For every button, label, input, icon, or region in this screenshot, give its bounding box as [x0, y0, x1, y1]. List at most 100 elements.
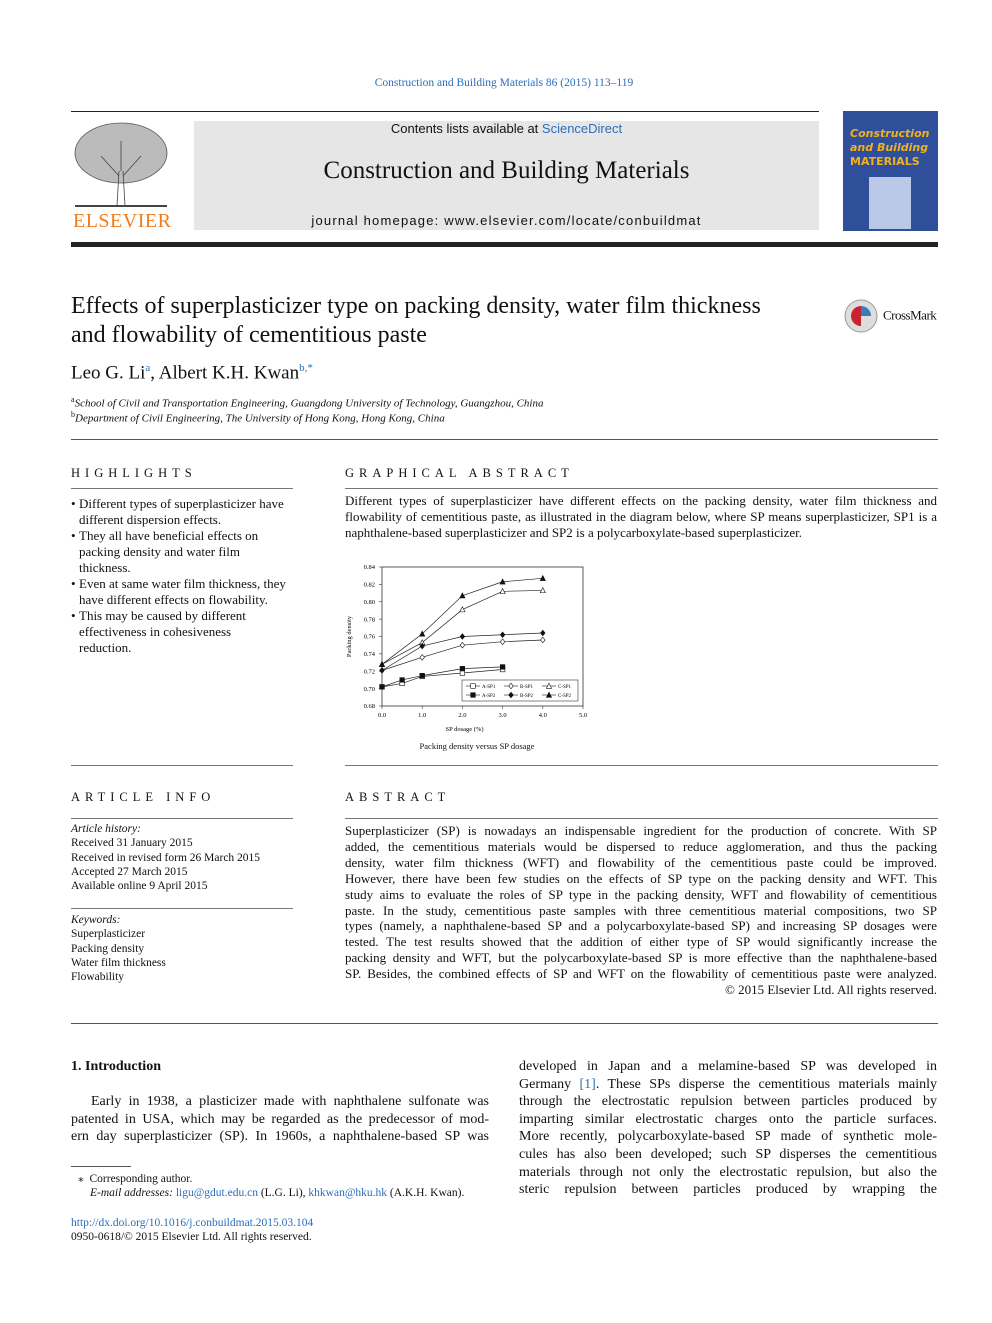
divider	[345, 488, 938, 489]
text-line: materials through not only the electrost…	[519, 1164, 937, 1180]
highlight-item: Different types of superplasticizer have…	[71, 496, 286, 528]
y-tick-label: 0.70	[364, 686, 375, 693]
data-point-b-sp2	[459, 633, 466, 640]
history-label: Article history:	[71, 823, 141, 835]
data-point-c-sp2	[378, 660, 386, 667]
text-line: Early in 1938, a plasticizer made with n…	[91, 1094, 489, 1109]
article-history: Article history: Received 31 January 201…	[71, 822, 260, 893]
text-line: cules has also been developed; such SP d…	[519, 1146, 937, 1162]
text-line: through the electrostatic repulsion betw…	[519, 1094, 937, 1110]
journal-cover[interactable]: Construction and Building MATERIALS	[843, 111, 938, 231]
abstract-heading: ABSTRACT	[345, 790, 451, 804]
data-point-a-sp1	[459, 670, 465, 676]
keyword: Water film thickness	[71, 956, 166, 969]
email-link[interactable]: khkwan@hku.hk	[308, 1187, 387, 1199]
data-point-b-sp1	[459, 641, 466, 649]
doi-link[interactable]: http://dx.doi.org/10.1016/j.conbuildmat.…	[71, 1217, 313, 1229]
divider	[345, 818, 938, 819]
data-point-b-sp1	[540, 636, 546, 644]
author-affil-marker[interactable]: b,*	[299, 362, 313, 374]
legend-label: A-SP2	[482, 694, 496, 699]
x-tick-label: 1.0	[418, 712, 426, 719]
author-list: Leo G. Lia, Albert K.H. Kwanb,*	[71, 362, 313, 384]
divider	[71, 908, 293, 909]
journal-citation[interactable]: Construction and Building Materials 86 (…	[0, 77, 992, 89]
keyword: Packing density	[71, 942, 145, 955]
y-tick-label: 0.80	[364, 599, 375, 606]
text-line: Germany [1]. These SPs disperse the ceme…	[519, 1076, 938, 1092]
data-point-b-sp1	[419, 654, 425, 661]
text-line: patented in USA, which may be regarded a…	[71, 1111, 489, 1127]
affiliation: aSchool of Civil and Transportation Engi…	[71, 395, 544, 410]
history-item: Received in revised form 26 March 2015	[71, 851, 261, 864]
text-line: More recently, polycarboxylate-based SP …	[519, 1129, 937, 1145]
y-axis-label: Packing density	[346, 615, 353, 657]
text-line: steric repulsion between particles produ…	[519, 1182, 937, 1198]
corresponding-author-note: ⁎ Corresponding author.	[78, 1173, 193, 1185]
legend-marker	[470, 692, 476, 698]
keyword: Flowability	[71, 971, 125, 984]
affiliation: bDepartment of Civil Engineering, The Un…	[71, 410, 445, 425]
data-point-b-sp2	[379, 667, 385, 674]
x-tick-label: 4.0	[539, 712, 547, 719]
y-tick-label: 0.72	[364, 668, 375, 675]
x-tick-label: 5.0	[579, 712, 587, 719]
data-point-c-sp2	[539, 574, 546, 581]
author-name: Leo G. Li	[71, 362, 146, 384]
article-info-heading: ARTICLE INFO	[71, 790, 216, 804]
sciencedirect-link[interactable]: ScienceDirect	[542, 121, 622, 136]
legend-label: A-SP1	[482, 685, 496, 690]
text-line: Superplasticizer (SP) is nowadays an ind…	[345, 823, 937, 838]
journal-homepage[interactable]: journal homepage: www.elsevier.com/locat…	[194, 213, 819, 228]
data-point-a-sp2	[500, 664, 506, 670]
chart-caption: Packing density versus SP dosage	[419, 741, 535, 751]
copyright: © 2015 Elsevier Ltd. All rights reserved…	[724, 982, 937, 998]
y-tick-label: 0.68	[364, 703, 375, 710]
article-page: Construction and Building Materials 86 (…	[0, 0, 992, 1323]
y-tick-label: 0.76	[364, 634, 376, 641]
article-title: Effects of superplasticizer type on pack…	[71, 293, 761, 348]
text-line: However, there have been few studies on …	[345, 870, 937, 886]
elsevier-tree-logo	[71, 121, 171, 209]
text-line: paste. In the study, cementitious paste …	[345, 902, 937, 918]
legend-label: B-SP2	[520, 694, 534, 699]
data-point-b-sp2	[499, 631, 506, 639]
crossmark-label: CrossMark	[883, 307, 937, 323]
divider	[345, 765, 938, 766]
data-point-b-sp1	[499, 638, 506, 645]
data-point-c-sp1	[459, 606, 466, 613]
text-line: types (namely, a naphthalene-based SP an…	[345, 918, 937, 934]
legend-label: B-SP1	[520, 685, 534, 690]
series-line-c-sp1	[381, 590, 543, 665]
data-point-a-sp2	[419, 672, 425, 679]
x-tick-label: 2.0	[458, 712, 466, 719]
highlight-item: This may be caused by different effectiv…	[71, 608, 286, 656]
text-line: added, the cementitious materials would …	[345, 838, 937, 854]
graphical-abstract-text: Different types of superplasticizer have…	[345, 493, 937, 540]
text-line: imparting similar electrostatic charges …	[519, 1111, 937, 1127]
thick-divider	[71, 242, 938, 247]
introduction-right-column: developed in Japan and a melamine-based …	[519, 1058, 937, 1199]
elsevier-wordmark: ELSEVIER	[73, 210, 172, 232]
introduction-left-column: Early in 1938, a plasticizer made with n…	[71, 1093, 489, 1146]
highlights-list: Different types of superplasticizer have…	[71, 496, 286, 656]
text-line: study aims to evaluate the roles of SP t…	[345, 886, 937, 902]
data-point-c-sp2	[459, 592, 466, 599]
author-name: Albert K.H. Kwan	[158, 362, 300, 384]
crossmark-badge[interactable]: CrossMark	[843, 298, 937, 334]
reference-link[interactable]: [1]	[580, 1077, 596, 1092]
text-line: packing density and WFT, but the polycar…	[345, 950, 937, 966]
citation-link[interactable]: Construction and Building Materials 86 (…	[375, 77, 634, 89]
highlights-heading: HIGHLIGHTS	[71, 466, 197, 480]
y-tick-label: 0.74	[364, 651, 376, 658]
text-line: density, water film thickness (WFT) and …	[345, 854, 937, 870]
x-tick-label: 0.0	[378, 712, 386, 719]
history-item: Available online 9 April 2015	[71, 880, 208, 893]
highlight-item: Even at same water film thickness, they …	[71, 576, 286, 608]
contents-line: Contents lists available at ScienceDirec…	[194, 121, 819, 136]
history-item: Received 31 January 2015	[71, 837, 193, 850]
graphical-abstract-heading: GRAPHICAL ABSTRACT	[345, 466, 574, 480]
email-link[interactable]: ligu@gdut.edu.cn	[176, 1187, 258, 1199]
author-affil-marker[interactable]: a	[145, 362, 150, 374]
divider	[71, 1023, 938, 1024]
